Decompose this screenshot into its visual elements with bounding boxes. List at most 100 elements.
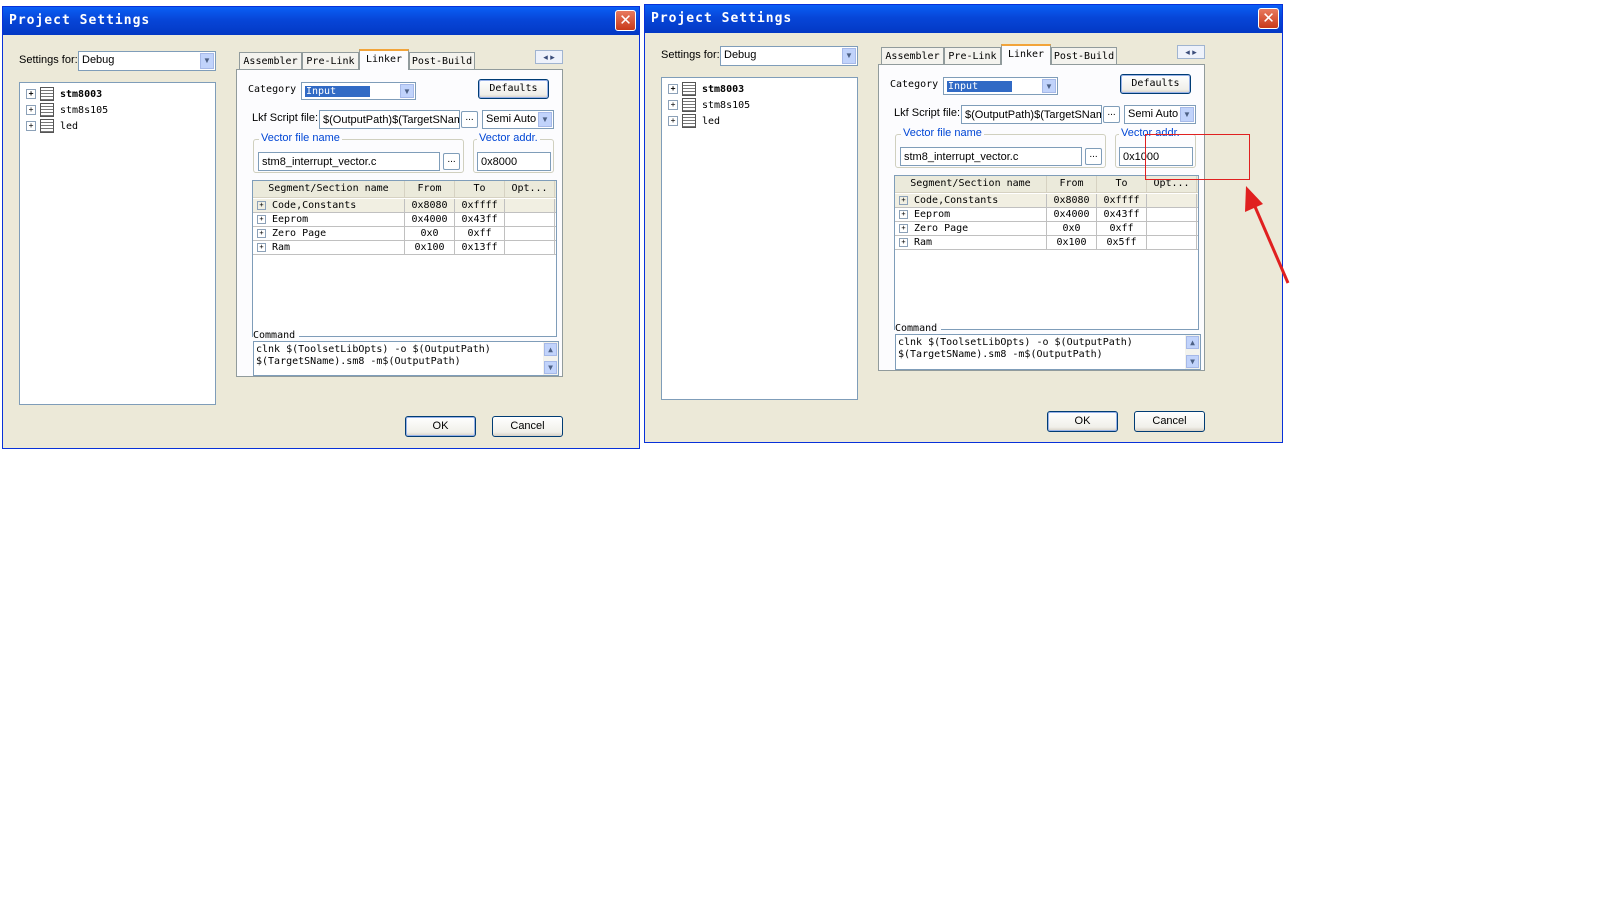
col-segment-name[interactable]: Segment/Section name [895,176,1047,192]
project-tree[interactable]: + stm8003 + stm8s105 + led [19,82,216,405]
plus-icon[interactable]: + [26,89,36,99]
scroll-up-icon[interactable]: ▲ [1186,336,1199,349]
command-box[interactable]: clnk $(ToolsetLibOpts) -o $(OutputPath) … [253,341,559,376]
plus-icon[interactable]: + [668,100,678,110]
plus-icon[interactable]: + [26,121,36,131]
segment-opt [1147,208,1197,221]
lkf-browse-button[interactable]: ... [1103,106,1120,123]
plus-icon[interactable]: + [257,200,266,210]
plus-icon[interactable]: + [257,214,266,224]
vector-file-field[interactable]: stm8_interrupt_vector.c [900,147,1082,166]
table-row[interactable]: + Code,Constants 0x8080 0xffff [253,199,556,213]
plus-icon[interactable]: + [668,116,678,126]
tree-item-stm8s105[interactable]: + stm8s105 [26,103,108,118]
segment-name-text: Zero Page [914,223,969,234]
plus-icon[interactable]: + [899,209,908,219]
col-opt[interactable]: Opt... [505,181,555,197]
chevron-down-icon[interactable]: ▼ [538,112,552,127]
table-row[interactable]: + Eeprom 0x4000 0x43ff [253,213,556,227]
tab-post-build[interactable]: Post-Build [1051,47,1117,65]
close-icon[interactable]: ✕ [615,10,636,31]
cancel-button[interactable]: Cancel [1134,411,1205,432]
lkf-mode-select[interactable]: Semi Auto ▼ [482,110,554,129]
plus-icon[interactable]: + [899,223,908,233]
segment-to: 0xff [1097,222,1147,235]
tab-linker[interactable]: Linker [1001,44,1051,65]
tree-item-stm8003[interactable]: + stm8003 [26,87,102,102]
tab-post-build[interactable]: Post-Build [409,52,475,70]
lkf-mode-select[interactable]: Semi Auto ▼ [1124,105,1196,124]
lkf-script-label: Lkf Script file: [252,112,319,124]
tab-linker[interactable]: Linker [359,49,409,70]
plus-icon[interactable]: + [257,242,266,252]
segment-opt [505,241,555,254]
table-row[interactable]: + Code,Constants 0x8080 0xffff [895,194,1198,208]
col-segment-name[interactable]: Segment/Section name [253,181,405,197]
tree-item-stm8003[interactable]: + stm8003 [668,82,744,97]
segment-name-text: Eeprom [272,214,309,225]
table-row[interactable]: + Zero Page 0x0 0xff [895,222,1198,236]
table-row[interactable]: + Ram 0x100 0x13ff [253,241,556,255]
col-to[interactable]: To [1097,176,1147,192]
command-scrollbar[interactable]: ▲ ▼ [543,342,558,375]
chevron-down-icon[interactable]: ▼ [842,48,856,64]
tab-scroll-arrows-icon[interactable]: ◂ ▸ [1177,45,1205,59]
segment-table[interactable]: Segment/Section name From To Opt... + Cod… [252,180,557,337]
segment-to: 0xffff [455,199,505,212]
cancel-button[interactable]: Cancel [492,416,563,437]
plus-icon[interactable]: + [899,237,908,247]
settings-for-select[interactable]: Debug ▼ [720,46,858,66]
segment-name-text: Zero Page [272,228,327,239]
tab-assembler[interactable]: Assembler [239,52,302,70]
segment-name: + Zero Page [895,222,1047,235]
category-select[interactable]: Input ▼ [301,82,416,100]
plus-icon[interactable]: + [26,105,36,115]
project-icon [40,103,54,117]
tab-scroll-arrows-icon[interactable]: ◂ ▸ [535,50,563,64]
vector-file-field[interactable]: stm8_interrupt_vector.c [258,152,440,171]
segment-table[interactable]: Segment/Section name From To Opt... + Cod… [894,175,1199,330]
scroll-down-icon[interactable]: ▼ [544,361,557,374]
tab-assembler[interactable]: Assembler [881,47,944,65]
vector-addr-field[interactable]: 0x8000 [477,152,551,171]
tab-pre-link[interactable]: Pre-Link [302,52,359,70]
scroll-up-icon[interactable]: ▲ [544,343,557,356]
vector-file-browse-button[interactable]: ... [443,153,460,170]
col-to[interactable]: To [455,181,505,197]
title-bar[interactable]: Project Settings [645,5,1282,33]
table-row[interactable]: + Eeprom 0x4000 0x43ff [895,208,1198,222]
project-tree[interactable]: + stm8003 + stm8s105 + led [661,77,858,400]
segment-to: 0xff [455,227,505,240]
plus-icon[interactable]: + [899,195,908,205]
chevron-down-icon[interactable]: ▼ [400,84,414,98]
tree-item-stm8s105[interactable]: + stm8s105 [668,98,750,113]
settings-for-select[interactable]: Debug ▼ [78,51,216,71]
ok-button[interactable]: OK [405,416,476,437]
table-row[interactable]: + Zero Page 0x0 0xff [253,227,556,241]
col-from[interactable]: From [1047,176,1097,192]
category-select[interactable]: Input ▼ [943,77,1058,95]
tree-item-led[interactable]: + led [26,119,78,134]
ok-button[interactable]: OK [1047,411,1118,432]
defaults-button[interactable]: Defaults [478,79,549,99]
chevron-down-icon[interactable]: ▼ [1180,107,1194,122]
table-row[interactable]: + Ram 0x100 0x5ff [895,236,1198,250]
defaults-button[interactable]: Defaults [1120,74,1191,94]
chevron-down-icon[interactable]: ▼ [1042,79,1056,93]
col-from[interactable]: From [405,181,455,197]
lkf-browse-button[interactable]: ... [461,111,478,128]
command-scrollbar[interactable]: ▲ ▼ [1185,335,1200,369]
vector-file-browse-button[interactable]: ... [1085,148,1102,165]
scroll-down-icon[interactable]: ▼ [1186,355,1199,368]
settings-for-value: Debug [82,54,115,66]
lkf-script-field[interactable]: $(OutputPath)$(TargetSName [319,110,460,129]
lkf-script-field[interactable]: $(OutputPath)$(TargetSName [961,105,1102,124]
plus-icon[interactable]: + [668,84,678,94]
close-icon[interactable]: ✕ [1258,8,1279,29]
tree-item-led[interactable]: + led [668,114,720,129]
plus-icon[interactable]: + [257,228,266,238]
command-box[interactable]: clnk $(ToolsetLibOpts) -o $(OutputPath) … [895,334,1201,370]
title-bar[interactable]: Project Settings [3,7,639,35]
tab-pre-link[interactable]: Pre-Link [944,47,1001,65]
chevron-down-icon[interactable]: ▼ [200,53,214,69]
